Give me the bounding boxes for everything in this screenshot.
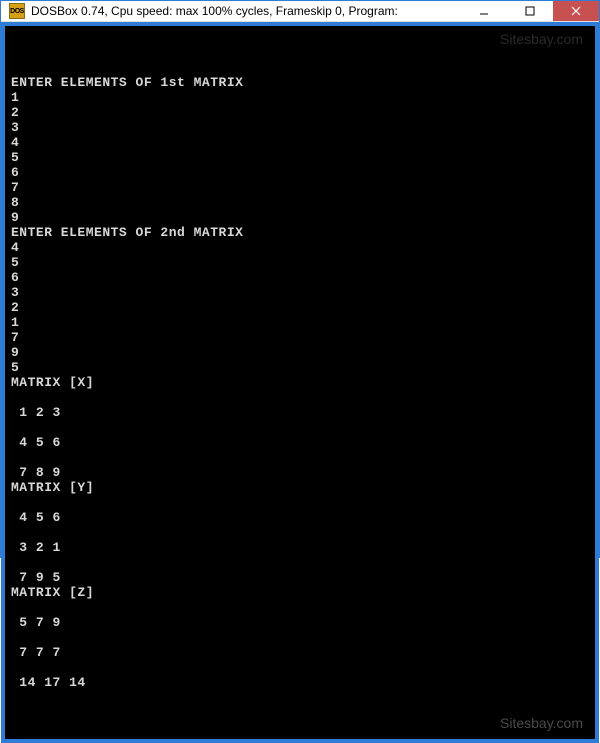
close-button[interactable] [553,1,599,21]
window-title: DOSBox 0.74, Cpu speed: max 100% cycles,… [31,4,461,18]
maximize-button[interactable] [507,1,553,21]
terminal-output[interactable]: Sitesbay.com ENTER ELEMENTS OF 1st MATRI… [5,26,595,739]
minimize-button[interactable] [461,1,507,21]
maximize-icon [525,6,535,16]
watermark-bottom: Sitesbay.com [500,716,583,731]
close-icon [571,6,581,16]
terminal-text: ENTER ELEMENTS OF 1st MATRIX 1 2 3 4 5 6… [11,75,589,690]
app-icon: DOS [9,3,25,19]
watermark-top: Sitesbay.com [500,32,583,47]
client-area: Sitesbay.com ENTER ELEMENTS OF 1st MATRI… [1,22,599,743]
app-window: DOS DOSBox 0.74, Cpu speed: max 100% cyc… [0,0,600,558]
minimize-icon [479,6,489,16]
titlebar[interactable]: DOS DOSBox 0.74, Cpu speed: max 100% cyc… [1,1,599,22]
